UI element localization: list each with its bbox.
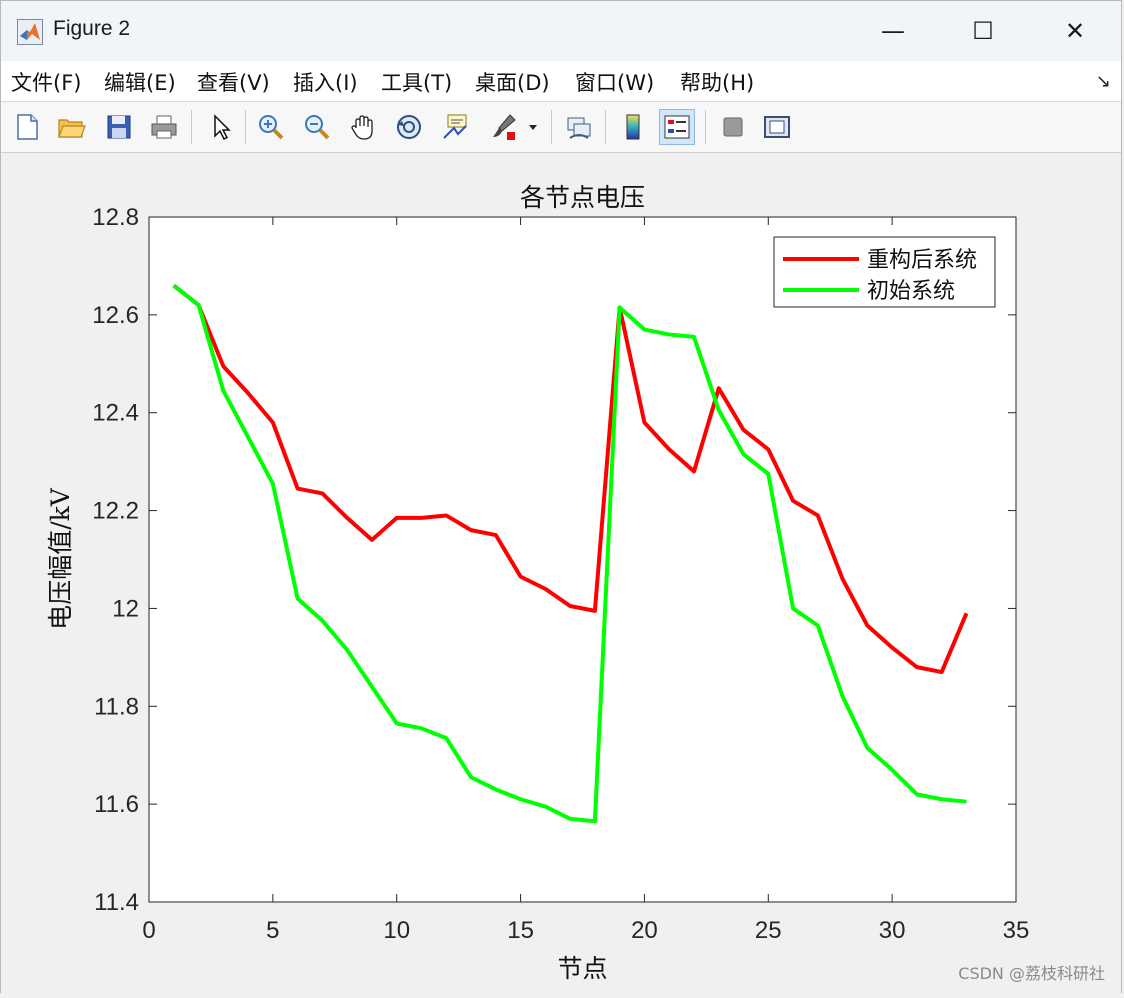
x-axis-label: 节点: [557, 954, 607, 983]
window-title: Figure 2: [53, 17, 131, 40]
toolbar-separator: [245, 110, 246, 144]
x-tick-label: 35: [1003, 917, 1030, 944]
maximize-button[interactable]: ☐: [937, 1, 1029, 61]
toolbar-separator: [705, 110, 706, 144]
menu-file[interactable]: 文件(F): [11, 67, 81, 97]
menu-help[interactable]: 帮助(H): [680, 67, 754, 97]
data-cursor-icon[interactable]: [437, 109, 473, 145]
menu-edit[interactable]: 编辑(E): [104, 67, 176, 97]
x-tick-label: 30: [879, 917, 906, 944]
menu-tools[interactable]: 工具(T): [381, 67, 452, 97]
toolbar-separator: [551, 110, 552, 144]
close-button[interactable]: ✕: [1029, 1, 1121, 61]
brush-icon[interactable]: [485, 109, 521, 145]
x-tick-label: 10: [383, 917, 410, 944]
print-icon[interactable]: [146, 109, 182, 145]
figure-window: Figure 2 — ☐ ✕ 文件(F) 编辑(E) 查看(V) 插入(I) 工…: [0, 0, 1122, 994]
legend[interactable]: 重构后系统 初始系统: [773, 236, 996, 308]
x-tick-label: 15: [507, 917, 534, 944]
menu-view[interactable]: 查看(V): [197, 67, 270, 97]
x-tick-label: 25: [755, 917, 782, 944]
toolbar-separator: [191, 110, 192, 144]
brush-dropdown-chevron-down-icon[interactable]: [523, 109, 543, 145]
x-tick-label: 5: [266, 917, 279, 944]
new-file-icon[interactable]: [9, 109, 45, 145]
menu-insert[interactable]: 插入(I): [293, 67, 358, 97]
y-tick-label: 12: [112, 595, 139, 622]
legend-label-initial: 初始系统: [867, 279, 955, 304]
hide-plot-tools-icon[interactable]: [715, 109, 751, 145]
y-tick-label: 12.4: [92, 400, 139, 427]
y-tick-label: 11.4: [94, 889, 139, 916]
x-tick-label: 0: [142, 917, 155, 944]
y-tick-label: 11.8: [94, 693, 139, 720]
link-plot-icon[interactable]: [561, 109, 597, 145]
menu-window[interactable]: 窗口(W): [575, 67, 654, 97]
zoom-out-icon[interactable]: [299, 109, 335, 145]
y-axis-label: 电压幅值/kV: [46, 487, 75, 630]
y-tick-label: 12.6: [92, 302, 139, 329]
menu-desktop[interactable]: 桌面(D): [475, 67, 550, 97]
rotate-3d-icon[interactable]: [391, 109, 427, 145]
pan-hand-icon[interactable]: [345, 109, 381, 145]
y-tick-label: 12.8: [92, 204, 139, 231]
watermark: CSDN @荔枝科研社: [958, 964, 1105, 983]
title-bar[interactable]: Figure 2 — ☐ ✕: [1, 1, 1121, 61]
zoom-in-icon[interactable]: [253, 109, 289, 145]
show-plot-tools-icon[interactable]: [759, 109, 795, 145]
open-folder-icon[interactable]: [53, 109, 89, 145]
minimize-button[interactable]: —: [847, 1, 939, 61]
close-icon: ✕: [1064, 17, 1086, 45]
figure-canvas-area: 0 5 10 15 20 25 30 35 11.4 11.6 11.8 12 12.2 12.4 12.…: [1, 153, 1121, 994]
chart-title: 各节点电压: [520, 183, 645, 212]
y-tick-label: 12.2: [92, 498, 139, 525]
toolbar-separator: [605, 110, 606, 144]
maximize-icon: ☐: [972, 17, 994, 45]
axes-background: [149, 217, 1016, 902]
matlab-app-icon: [17, 19, 43, 45]
legend-icon[interactable]: [659, 109, 695, 145]
figure-toolbar: [1, 102, 1121, 153]
save-icon[interactable]: [101, 109, 137, 145]
x-tick-label: 20: [631, 917, 658, 944]
y-tick-label: 11.6: [94, 791, 139, 818]
legend-label-reconfigured: 重构后系统: [867, 248, 977, 273]
colorbar-icon[interactable]: [615, 109, 651, 145]
dock-figure-icon[interactable]: ↘: [1096, 71, 1111, 92]
minimize-icon: —: [881, 17, 905, 45]
pointer-icon[interactable]: [203, 109, 239, 145]
menu-bar: 文件(F) 编辑(E) 查看(V) 插入(I) 工具(T) 桌面(D) 窗口(W…: [1, 61, 1121, 102]
voltage-chart[interactable]: 0 5 10 15 20 25 30 35 11.4 11.6 11.8 12 12.2 12.4 12.…: [1, 153, 1123, 994]
